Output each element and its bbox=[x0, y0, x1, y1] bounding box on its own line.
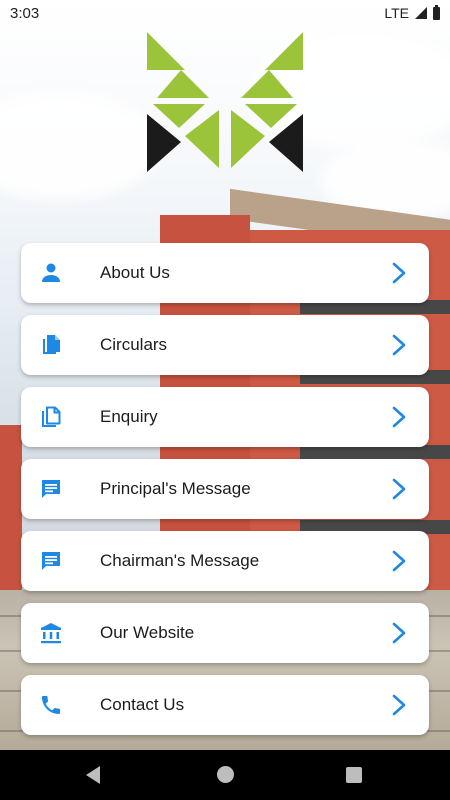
menu-item-principals-message[interactable]: Principal's Message bbox=[21, 459, 429, 519]
menu-item-about-us[interactable]: About Us bbox=[21, 243, 429, 303]
system-navigation-bar bbox=[0, 750, 450, 800]
chevron-right-icon bbox=[392, 262, 406, 284]
message-icon bbox=[42, 480, 60, 498]
menu-label: Principal's Message bbox=[100, 479, 251, 498]
back-icon[interactable] bbox=[86, 766, 100, 784]
battery-icon bbox=[433, 4, 440, 20]
file-copy-icon bbox=[43, 335, 60, 354]
status-bar: 3:03 LTE bbox=[0, 0, 450, 28]
chevron-right-icon bbox=[392, 406, 406, 428]
menu-item-our-website[interactable]: Our Website bbox=[21, 603, 429, 663]
institution-icon bbox=[41, 623, 61, 644]
school-logo bbox=[147, 32, 303, 172]
menu-item-chairmans-message[interactable]: Chairman's Message bbox=[21, 531, 429, 591]
menu-label: Enquiry bbox=[100, 407, 158, 426]
recent-apps-icon[interactable] bbox=[346, 767, 362, 783]
menu-label: Circulars bbox=[100, 335, 168, 354]
file-copy-outline-icon bbox=[42, 406, 61, 427]
phone-icon bbox=[42, 696, 60, 714]
signal-icon bbox=[415, 7, 427, 19]
chevron-right-icon bbox=[392, 478, 406, 500]
chevron-right-icon bbox=[392, 694, 406, 716]
home-icon[interactable] bbox=[217, 766, 234, 783]
menu-label: Our Website bbox=[100, 623, 195, 642]
chevron-right-icon bbox=[392, 334, 406, 356]
menu-item-circulars[interactable]: Circulars bbox=[21, 315, 429, 375]
menu-label: About Us bbox=[100, 263, 170, 282]
status-time: 3:03 bbox=[10, 5, 40, 22]
message-icon bbox=[42, 552, 60, 570]
network-type: LTE bbox=[384, 5, 409, 21]
menu-item-enquiry[interactable]: Enquiry bbox=[21, 387, 429, 447]
chevron-right-icon bbox=[392, 550, 406, 572]
status-indicators: LTE bbox=[384, 4, 440, 21]
menu-item-contact-us[interactable]: Contact Us bbox=[21, 675, 429, 735]
chevron-right-icon bbox=[392, 622, 406, 644]
menu-label: Contact Us bbox=[100, 695, 185, 714]
person-icon bbox=[42, 263, 60, 282]
menu-label: Chairman's Message bbox=[100, 551, 260, 570]
